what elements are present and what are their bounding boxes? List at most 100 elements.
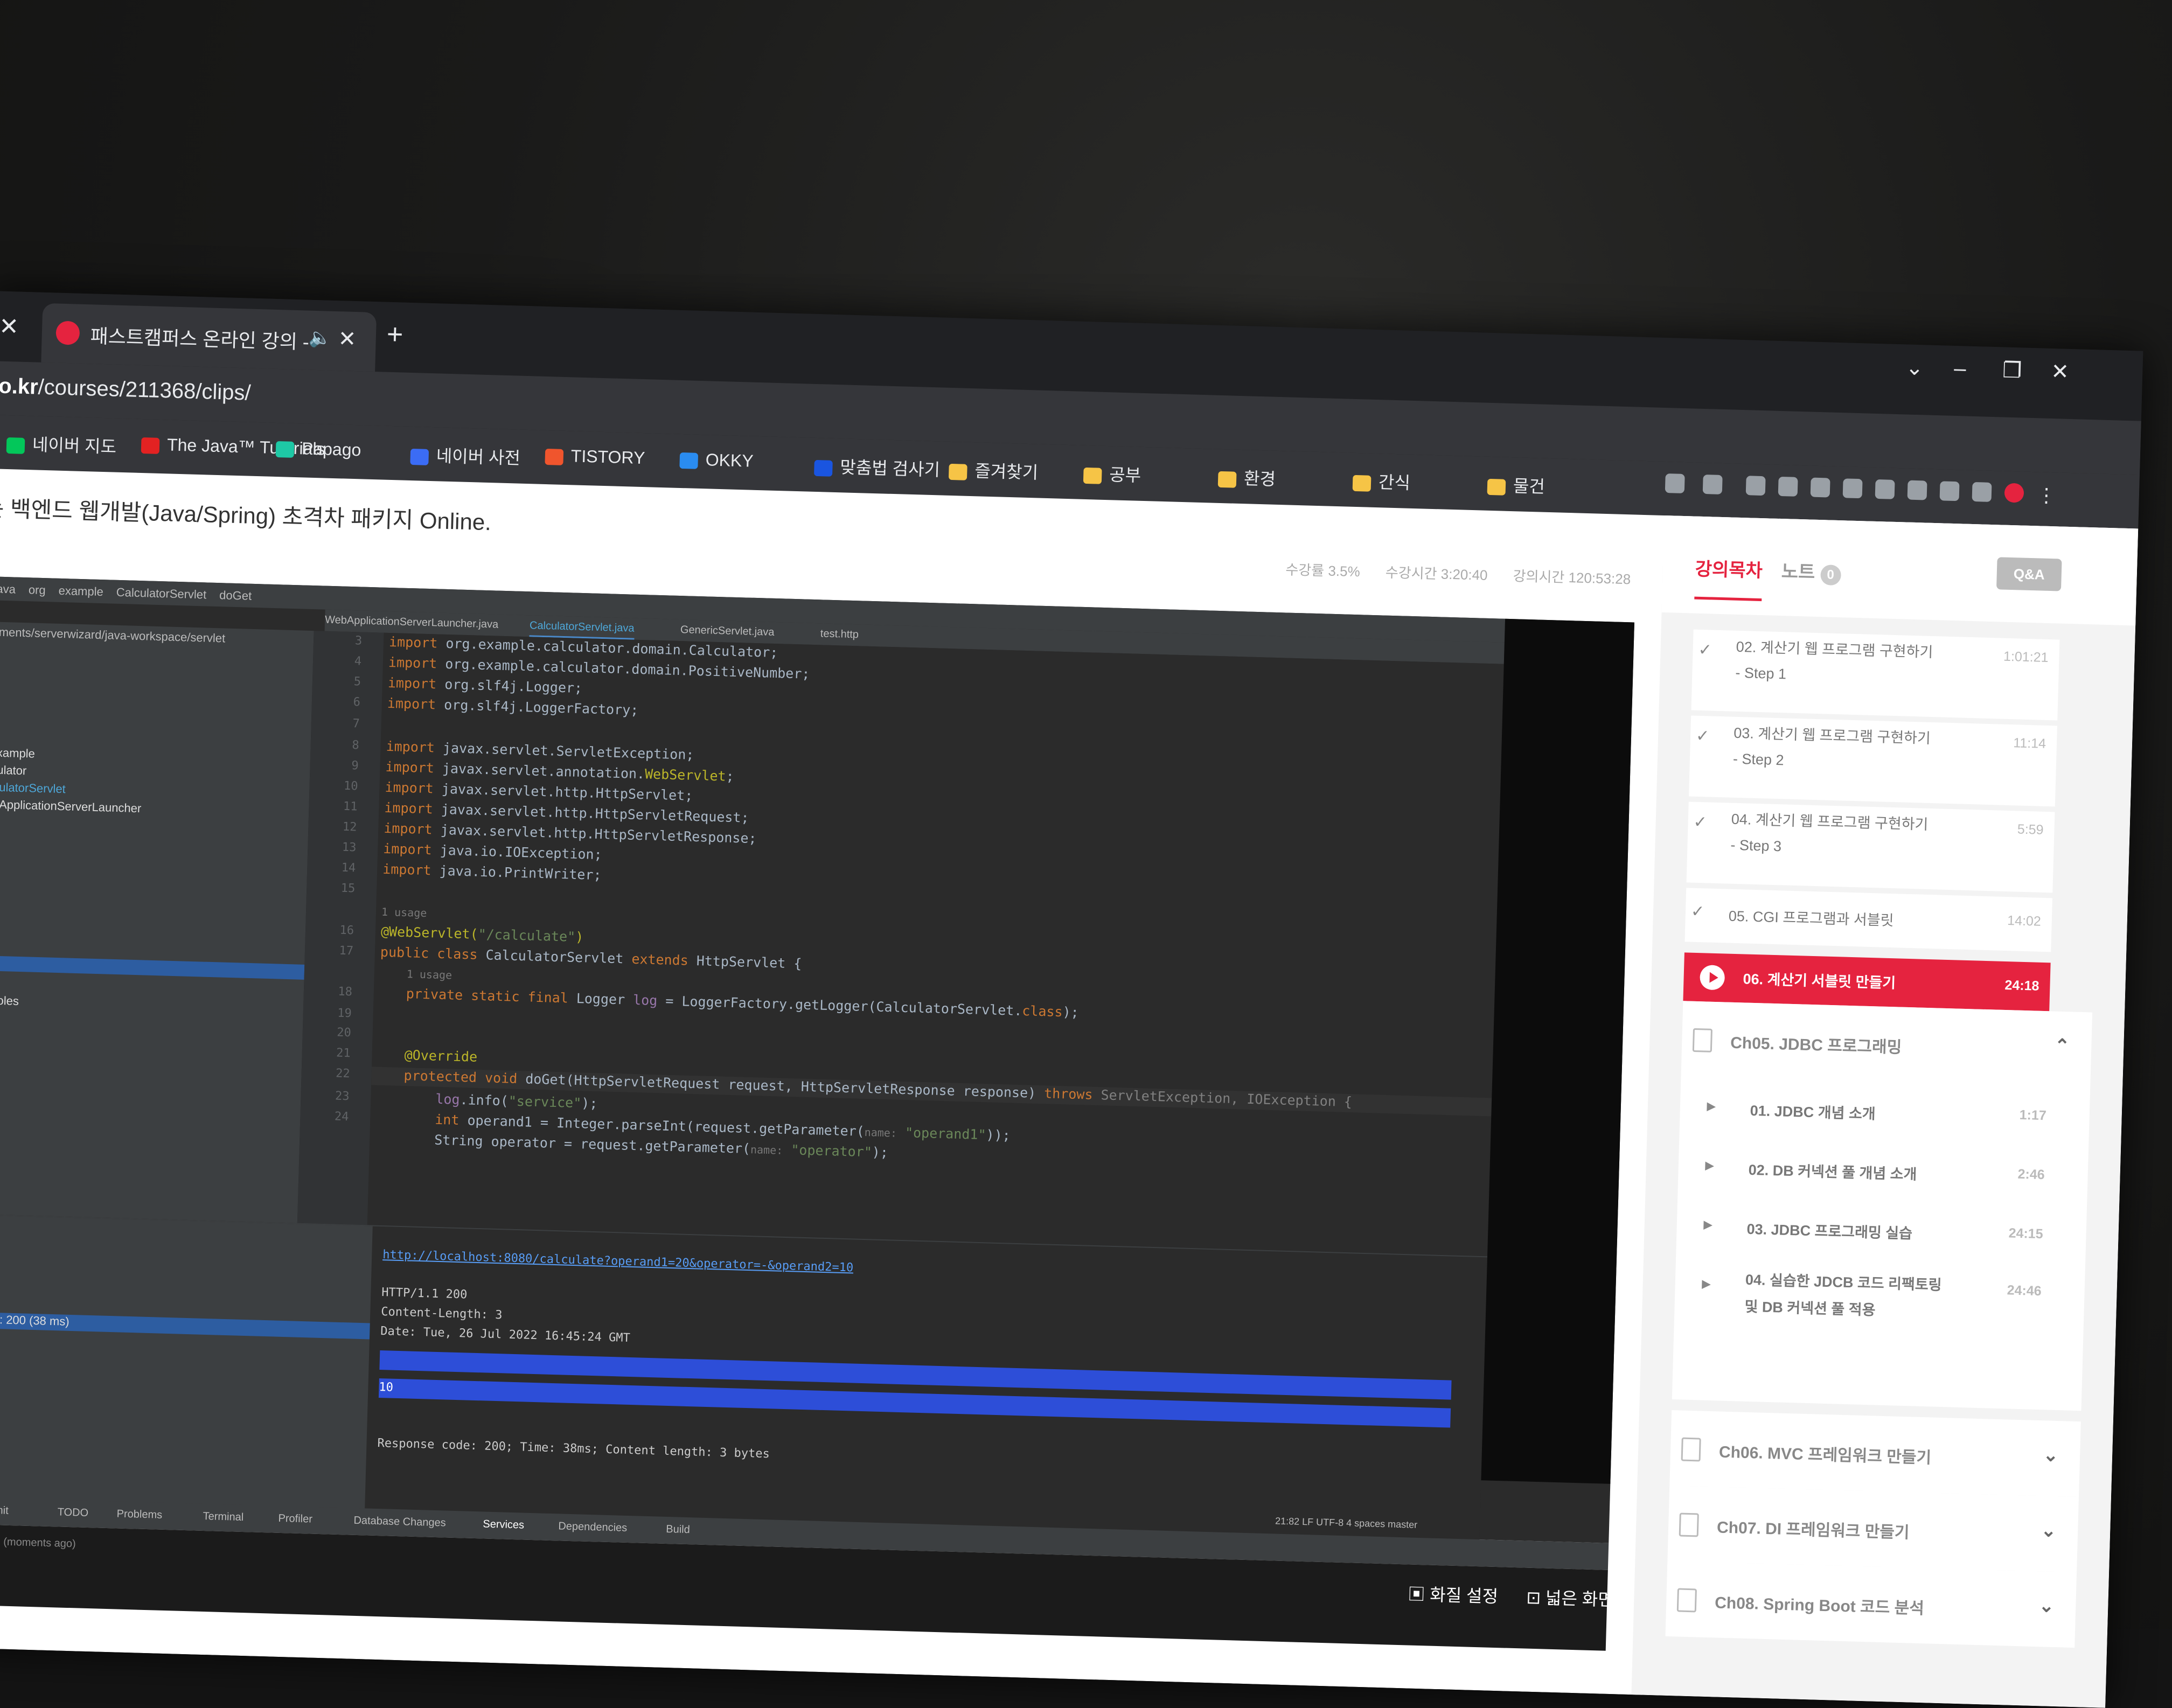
bookmark-icon <box>410 448 429 465</box>
wide-screen-button[interactable]: ⊡ 넓은 화면 <box>1526 1584 1614 1612</box>
tab-launcher[interactable]: WebApplicationServerLauncher.java <box>325 614 499 631</box>
bookmark-item[interactable]: OKKY <box>679 449 754 471</box>
tab-toc[interactable]: 강의목차 <box>1694 554 1763 602</box>
sidepanel-icon[interactable] <box>1972 482 1992 502</box>
breadcrumb-item[interactable]: java <box>0 582 16 596</box>
url-text[interactable]: co.kr/courses/211368/clips/ <box>0 374 251 406</box>
tab-test-http[interactable]: test.http <box>820 628 859 641</box>
tool-todo[interactable]: TODO <box>57 1506 88 1519</box>
breadcrumb-item[interactable]: example <box>58 584 103 598</box>
lecture-item[interactable]: ✓ 03. 계산기 웹 프로그램 구현하기 - Step 2 11:14 <box>1689 715 2057 807</box>
tree-item[interactable]: rg.example <box>0 745 35 761</box>
lecture-item[interactable]: ✓ 04. 계산기 웹 프로그램 구현하기 - Step 3 5:59 <box>1686 801 2055 893</box>
restore-icon[interactable]: ❐ <box>2002 358 2022 383</box>
tab-close-icon[interactable]: ✕ <box>338 326 357 352</box>
minimize-icon[interactable]: – <box>1954 357 1966 381</box>
chapter-ch06[interactable]: Ch06. MVC 프레임워크 만들기 ⌄ <box>1669 1410 2081 1497</box>
play-small-icon: ▸ <box>1702 1274 1711 1293</box>
tree-item[interactable]: Consoles <box>0 993 19 1008</box>
chevron-down-icon[interactable]: ⌄ <box>1905 355 1924 380</box>
share-icon[interactable] <box>1665 473 1685 494</box>
quality-button[interactable]: ▣ 화질 설정 <box>1408 1580 1499 1608</box>
menu-icon[interactable]: ⋮ <box>2036 484 2056 506</box>
document-icon <box>1692 1028 1712 1052</box>
chevron-down-icon[interactable]: ⌄ <box>2038 1595 2055 1617</box>
status-row[interactable]: Status: 200 (38 ms) <box>0 1312 370 1340</box>
breadcrumb-item[interactable]: org <box>29 583 46 597</box>
extension-icon[interactable] <box>1778 476 1798 497</box>
line-number: 17 <box>339 944 354 958</box>
bookmark-item[interactable]: 즐겨찾기 <box>948 457 1039 484</box>
lecture-item[interactable]: ▸ 03. JDBC 프로그래밍 실습 24:15 <box>1697 1201 2055 1265</box>
tree-item[interactable]: CalculatorServlet <box>0 780 66 797</box>
breadcrumb-item[interactable]: doGet <box>219 588 252 603</box>
lecture-item[interactable]: ✓ 02. 계산기 웹 프로그램 구현하기 - Step 1 1:01:21 <box>1691 629 2060 721</box>
bookmark-item[interactable]: 공부 <box>1083 461 1141 487</box>
close-icon[interactable]: ✕ <box>0 313 19 341</box>
bookmark-icon <box>679 452 699 469</box>
browser-tab[interactable]: 패스트캠퍼스 온라인 강의 - 🔈 ✕ <box>41 303 377 372</box>
tool-problems[interactable]: Problems <box>116 1508 162 1521</box>
url-path: /courses/211368/clips/ <box>38 375 252 405</box>
line-number: 5 <box>353 675 361 689</box>
tree-selection <box>0 955 305 980</box>
lecture-item[interactable]: ✓ 05. CGI 프로그램과 서블릿 14:02 <box>1684 888 2053 952</box>
chevron-up-icon[interactable]: ⌃ <box>2054 1035 2070 1057</box>
bookmark-icon <box>545 448 564 465</box>
puzzle-icon[interactable] <box>1907 480 1927 500</box>
chapter-ch05[interactable]: Ch05. JDBC 프로그래밍 ⌃ ▸ 01. JDBC 개념 소개 1:17… <box>1672 1001 2093 1411</box>
tab-calculator-servlet[interactable]: CalculatorServlet.java <box>529 619 635 640</box>
chapter-ch07[interactable]: Ch07. DI 프레임워크 만들기 ⌄ <box>1667 1485 2079 1573</box>
tool-build[interactable]: Build <box>666 1523 690 1536</box>
video-player[interactable]: java org example CalculatorServlet doGet Web… <box>0 576 1635 1651</box>
tool-profiler[interactable]: Profiler <box>278 1512 312 1526</box>
extension-icon[interactable] <box>1745 476 1766 496</box>
tool-services[interactable]: Services <box>483 1518 524 1531</box>
play-icon <box>1700 965 1725 991</box>
tab-notes[interactable]: 노트 0 <box>1781 556 1841 586</box>
tool-terminal[interactable]: Terminal <box>203 1510 243 1524</box>
avatar[interactable] <box>2004 483 2024 503</box>
tool-commit[interactable]: Commit <box>0 1504 9 1517</box>
bookmark-item[interactable]: 네이버 지도 <box>6 430 117 458</box>
bookmark-icon <box>275 441 295 458</box>
line-number: 19 <box>337 1006 352 1021</box>
chapter-ch08[interactable]: Ch08. Spring Boot 코드 분석 ⌄ <box>1665 1560 2077 1648</box>
speaker-icon[interactable]: 🔈 <box>308 327 331 349</box>
extension-icon[interactable] <box>1842 478 1863 499</box>
new-tab-icon[interactable]: + <box>386 318 403 351</box>
bookmark-item[interactable]: 물건 <box>1487 472 1545 498</box>
extension-icon[interactable] <box>1810 477 1830 498</box>
tree-item[interactable]: calculator <box>0 763 27 778</box>
line-number: 7 <box>352 717 360 731</box>
sidebar-header: 강의목차 노트 0 Q&A <box>1661 515 2139 626</box>
reading-list-icon[interactable] <box>1939 481 1960 501</box>
request-link[interactable]: http://localhost:8080/calculate?operand1… <box>382 1248 854 1274</box>
bookmark-item[interactable]: 맞춤법 검사기 <box>814 453 941 482</box>
window-close-icon[interactable]: ✕ <box>2051 359 2070 385</box>
star-icon[interactable] <box>1702 474 1723 494</box>
lecture-item[interactable]: ▸ 01. JDBC 개념 소개 1:17 <box>1701 1082 2058 1146</box>
bookmark-item[interactable]: 네이버 사전 <box>410 442 520 470</box>
monitor-screen: ✕ 패스트캠퍼스 온라인 강의 - 🔈 ✕ + ⌄ – ❐ ✕ co.kr/co… <box>0 291 2143 1708</box>
chevron-down-icon[interactable]: ⌄ <box>2041 1519 2057 1542</box>
bookmark-item[interactable]: 환경 <box>1217 464 1276 491</box>
bookmark-item[interactable]: TISTORY <box>545 445 645 468</box>
code-line: import java.io.PrintWriter; <box>382 861 602 883</box>
code-editor[interactable]: import org.example.calculator.domain.Cal… <box>367 632 1504 1257</box>
extension-icon[interactable] <box>1875 479 1895 499</box>
bookmark-item[interactable]: 간식 <box>1352 468 1411 494</box>
code-line: import org.slf4j.LoggerFactory; <box>387 695 639 718</box>
tree-item[interactable]: WebApplicationServerLauncher <box>0 797 142 816</box>
lecture-item[interactable]: ▸ 04. 실습한 JDCB 코드 리팩토링 및 DB 커넥션 풀 적용 24:… <box>1695 1260 2053 1346</box>
qa-button[interactable]: Q&A <box>1996 557 2062 591</box>
document-icon <box>1676 1588 1697 1613</box>
tab-generic-servlet[interactable]: GenericServlet.java <box>680 624 775 639</box>
tool-database-changes[interactable]: Database Changes <box>353 1515 446 1530</box>
lecture-item[interactable]: ▸ 02. DB 커넥션 풀 개념 소개 2:46 <box>1699 1141 2056 1205</box>
chevron-down-icon[interactable]: ⌄ <box>2043 1444 2059 1466</box>
bookmark-item[interactable]: Papago <box>275 438 361 460</box>
breadcrumb-item[interactable]: CalculatorServlet <box>116 585 206 602</box>
tool-dependencies[interactable]: Dependencies <box>558 1520 627 1535</box>
code-line: import javax.servlet.ServletException; <box>386 738 694 763</box>
